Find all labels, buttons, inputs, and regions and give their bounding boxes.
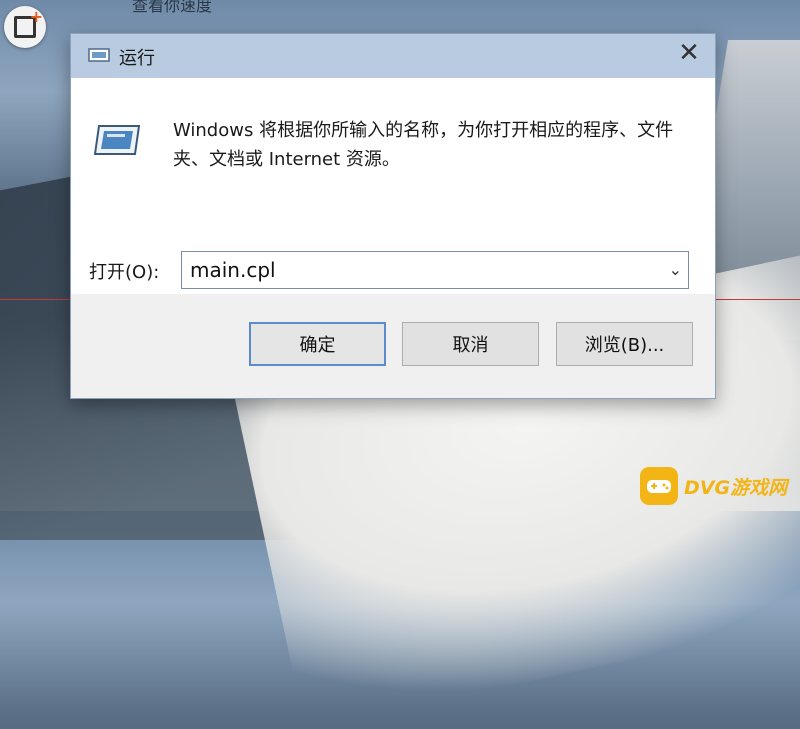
background-top-text: 查看你速度 [132, 0, 213, 15]
open-input[interactable]: main.cpl [190, 258, 276, 282]
cancel-button[interactable]: 取消 [402, 322, 539, 366]
chevron-down-icon[interactable]: ⌄ [669, 260, 682, 279]
run-title-icon [88, 48, 110, 62]
watermark-text: DVG游戏网 [684, 476, 788, 499]
run-dialog: 运行 ✕ Windows 将根据你所输入的名称，为你打开相应的程序、文件夹、文档… [70, 33, 716, 399]
dialog-description: Windows 将根据你所输入的名称，为你打开相应的程序、文件夹、文档或 Int… [173, 120, 674, 170]
title-bar[interactable]: 运行 ✕ [71, 34, 715, 78]
ok-button[interactable]: 确定 [249, 322, 386, 366]
open-combobox[interactable]: main.cpl ⌄ [181, 251, 689, 289]
close-button[interactable]: ✕ [671, 36, 707, 70]
browse-button[interactable]: 浏览(B)... [556, 322, 693, 366]
dialog-content: Windows 将根据你所输入的名称，为你打开相应的程序、文件夹、文档或 Int… [71, 78, 715, 294]
dialog-title: 运行 [119, 48, 155, 69]
watermark: DVG游戏网 [640, 464, 800, 508]
app-corner-button[interactable]: + [4, 6, 46, 48]
gamepad-icon [640, 467, 678, 505]
app-corner-icon: + [14, 9, 43, 38]
open-label: 打开(O): [89, 262, 160, 283]
run-program-icon [93, 125, 141, 155]
close-icon: ✕ [678, 38, 700, 68]
dialog-footer: 确定 取消 浏览(B)... [71, 294, 715, 398]
